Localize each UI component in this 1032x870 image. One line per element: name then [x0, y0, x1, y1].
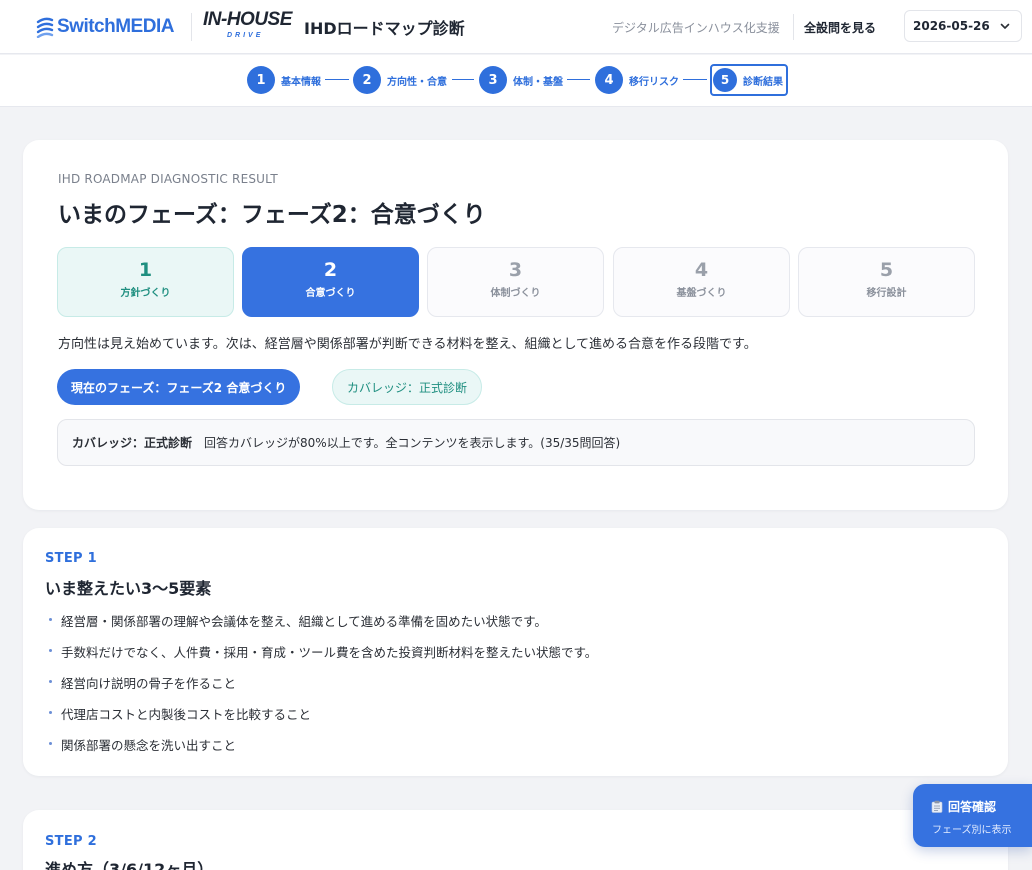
step-connector: [683, 79, 707, 80]
phase-number: 3: [508, 259, 523, 281]
list-item: 代理店コストと内製後コストを比較すること: [47, 704, 597, 735]
date-select[interactable]: 2026-05-26: [904, 10, 1022, 42]
answer-check-title-row: 回答確認: [931, 798, 996, 815]
step2-title: 進め方（3/6/12ヶ月）: [45, 860, 214, 870]
stepper-step-2[interactable]: 2 方向性・合意: [353, 66, 447, 94]
drive-logo-text: DRIVE: [227, 32, 264, 39]
list-item: 手数料だけでなく、人件費・採用・育成・ツール費を含めた投資判断材料を整えたい状態…: [47, 642, 597, 673]
phase-number: 4: [694, 259, 709, 281]
inhouse-drive-logo[interactable]: IN-HOUSE DRIVE: [203, 9, 293, 43]
step-label: 診断結果: [743, 76, 783, 88]
phase-label: 体制づくり: [490, 288, 541, 299]
clipboard-icon: [931, 800, 943, 813]
phase-label: 方針づくり: [120, 288, 171, 299]
result-eyebrow: IHD ROADMAP DIAGNOSTIC RESULT: [58, 172, 278, 186]
step-connector: [452, 79, 474, 80]
step2-tag: STEP 2: [45, 834, 98, 849]
current-phase-badge: 現在のフェーズ：フェーズ2 合意づくり: [57, 369, 301, 405]
list-item: 経営向け説明の骨子を作ること: [47, 673, 597, 704]
phase-card-4: 4 基盤づくり: [613, 247, 790, 317]
date-select-value: 2026-05-26: [913, 19, 990, 33]
step-number: 1: [247, 66, 275, 94]
result-title: いまのフェーズ：フェーズ2：合意づくり: [58, 202, 486, 228]
list-item: 関係部署の懸念を洗い出すこと: [47, 735, 597, 766]
step-connector: [325, 79, 349, 80]
phase-description: 方向性は見え始めています。次は、経営層や関係部署が判断できる材料を整え、組織とし…: [58, 337, 757, 352]
phase-card-2: 2 合意づくり: [242, 247, 419, 317]
app-header: SwitchMEDIA IN-HOUSE DRIVE IHDロードマップ診断 デ…: [0, 0, 1032, 54]
phase-label: 移行設計: [866, 288, 907, 299]
answer-check-button[interactable]: 回答確認 フェーズ別に表示: [913, 784, 1032, 847]
switchmedia-logo-text: SwitchMEDIA: [57, 16, 174, 37]
step1-tag: STEP 1: [45, 551, 98, 566]
phase-number: 5: [879, 259, 894, 281]
step-number: 5: [713, 68, 737, 92]
result-card: IHD ROADMAP DIAGNOSTIC RESULT いまのフェーズ：フェ…: [23, 140, 1008, 510]
header-subtitle: デジタル広告インハウス化支援: [612, 21, 780, 35]
coverage-notice: カバレッジ：正式診断 回答カバレッジが80%以上です。全コンテンツを表示します。…: [57, 419, 975, 466]
app-title: IHDロードマップ診断: [304, 19, 465, 38]
phase-number: 2: [323, 259, 338, 281]
step-connector: [567, 79, 590, 80]
step-number: 4: [595, 66, 623, 94]
coverage-badge: カバレッジ：正式診断: [332, 369, 483, 405]
step2-card: STEP 2 進め方（3/6/12ヶ月）: [23, 810, 1008, 870]
progress-stepper: 1 基本情報 2 方向性・合意 3 体制・基盤 4 移行リスク 5 診断結果: [0, 55, 1032, 107]
phase-card-3: 3 体制づくり: [427, 247, 604, 317]
all-questions-link[interactable]: 全設問を見る: [804, 19, 876, 36]
step-number: 2: [353, 66, 381, 94]
phase-number: 1: [138, 259, 153, 281]
answer-check-sublabel: フェーズ別に表示: [932, 825, 1012, 836]
chevron-down-icon: [1000, 23, 1010, 29]
coverage-notice-text: 回答カバレッジが80%以上です。全コンテンツを表示します。(35/35問回答): [204, 436, 621, 450]
step-label: 基本情報: [281, 76, 321, 88]
stepper-step-1[interactable]: 1 基本情報: [247, 66, 321, 94]
step-label: 体制・基盤: [513, 76, 563, 88]
step1-list: 経営層・関係部署の理解や会議体を整え、組織として進める準備を固めたい状態です。 …: [47, 611, 597, 766]
answer-check-label: 回答確認: [948, 800, 997, 814]
coverage-notice-title: カバレッジ：正式診断: [72, 436, 193, 450]
stepper-step-5[interactable]: 5 診断結果: [710, 64, 788, 96]
step1-card: STEP 1 いま整えたい3〜5要素 経営層・関係部署の理解や会議体を整え、組織…: [23, 528, 1008, 776]
stepper-step-4[interactable]: 4 移行リスク: [595, 66, 679, 94]
switchmedia-logo[interactable]: SwitchMEDIA: [36, 15, 174, 39]
step-label: 移行リスク: [629, 76, 679, 88]
phase-label: 基盤づくり: [676, 288, 727, 299]
header-separator: [793, 14, 794, 40]
logo-divider: [191, 13, 192, 41]
step1-title: いま整えたい3〜5要素: [45, 579, 212, 598]
phase-label: 合意づくり: [305, 288, 356, 299]
list-item: 経営層・関係部署の理解や会議体を整え、組織として進める準備を固めたい状態です。: [47, 611, 597, 642]
phase-card-5: 5 移行設計: [798, 247, 975, 317]
inhouse-logo-text: IN-HOUSE: [203, 9, 292, 30]
phase-card-1: 1 方針づくり: [57, 247, 234, 317]
step-number: 3: [479, 66, 507, 94]
switchmedia-mark-icon: [36, 17, 54, 38]
stepper-step-3[interactable]: 3 体制・基盤: [479, 66, 563, 94]
step-label: 方向性・合意: [387, 76, 447, 88]
